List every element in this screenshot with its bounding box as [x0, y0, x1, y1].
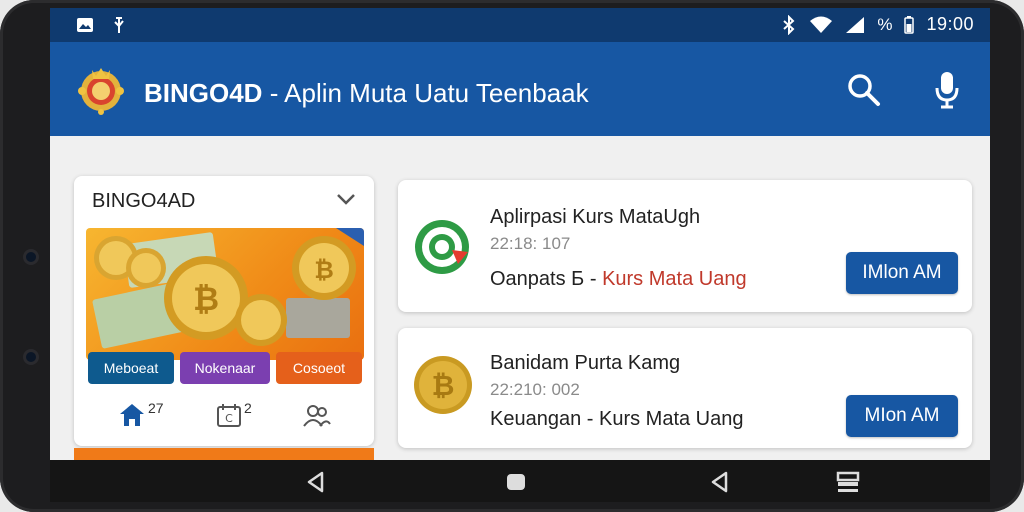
promo-card: BINGO4AD ₿ ₿ Meboeat Nokenaar Cosoeot 27…	[74, 176, 374, 446]
chevron-down-icon[interactable]	[336, 192, 356, 206]
promo-card-title: BINGO4AD	[92, 190, 196, 212]
home-icon	[120, 404, 144, 426]
navigation-bar	[50, 460, 990, 502]
calendar-count: 2	[244, 400, 252, 416]
sensor-dot	[26, 352, 36, 362]
svg-text:₿: ₿	[314, 256, 334, 284]
home-count: 27	[148, 400, 164, 416]
users-icon	[303, 405, 331, 427]
camera-dot	[26, 252, 36, 262]
phone-frame: % 19:00 BINGO4D - Aplin Muta Uatu Teenba…	[0, 0, 1024, 512]
calendar-icon: C	[217, 404, 241, 427]
calendar-counter[interactable]: C 2	[216, 400, 252, 428]
promo-button-1[interactable]: Meboeat	[88, 352, 174, 384]
svg-text:C: C	[225, 412, 233, 425]
back-icon[interactable]	[708, 470, 732, 494]
left-panel-layer: BINGO4AD ₿ ₿ Meboeat Nokenaar Cosoeot 27…	[50, 8, 990, 460]
recents-icon[interactable]	[836, 470, 860, 494]
promo-button-3[interactable]: Cosoeot	[276, 352, 362, 384]
next-card-peek	[74, 448, 374, 460]
home-nav-icon[interactable]	[504, 470, 528, 494]
back-icon[interactable]	[304, 470, 328, 494]
users-counter[interactable]	[302, 402, 334, 428]
home-counter[interactable]: 27	[118, 400, 164, 428]
svg-text:₿: ₿	[193, 280, 219, 318]
promo-button-2[interactable]: Nokenaar	[180, 352, 270, 384]
coins-illustration: ₿ ₿	[92, 228, 364, 349]
promo-banner[interactable]: ₿ ₿	[86, 228, 364, 360]
